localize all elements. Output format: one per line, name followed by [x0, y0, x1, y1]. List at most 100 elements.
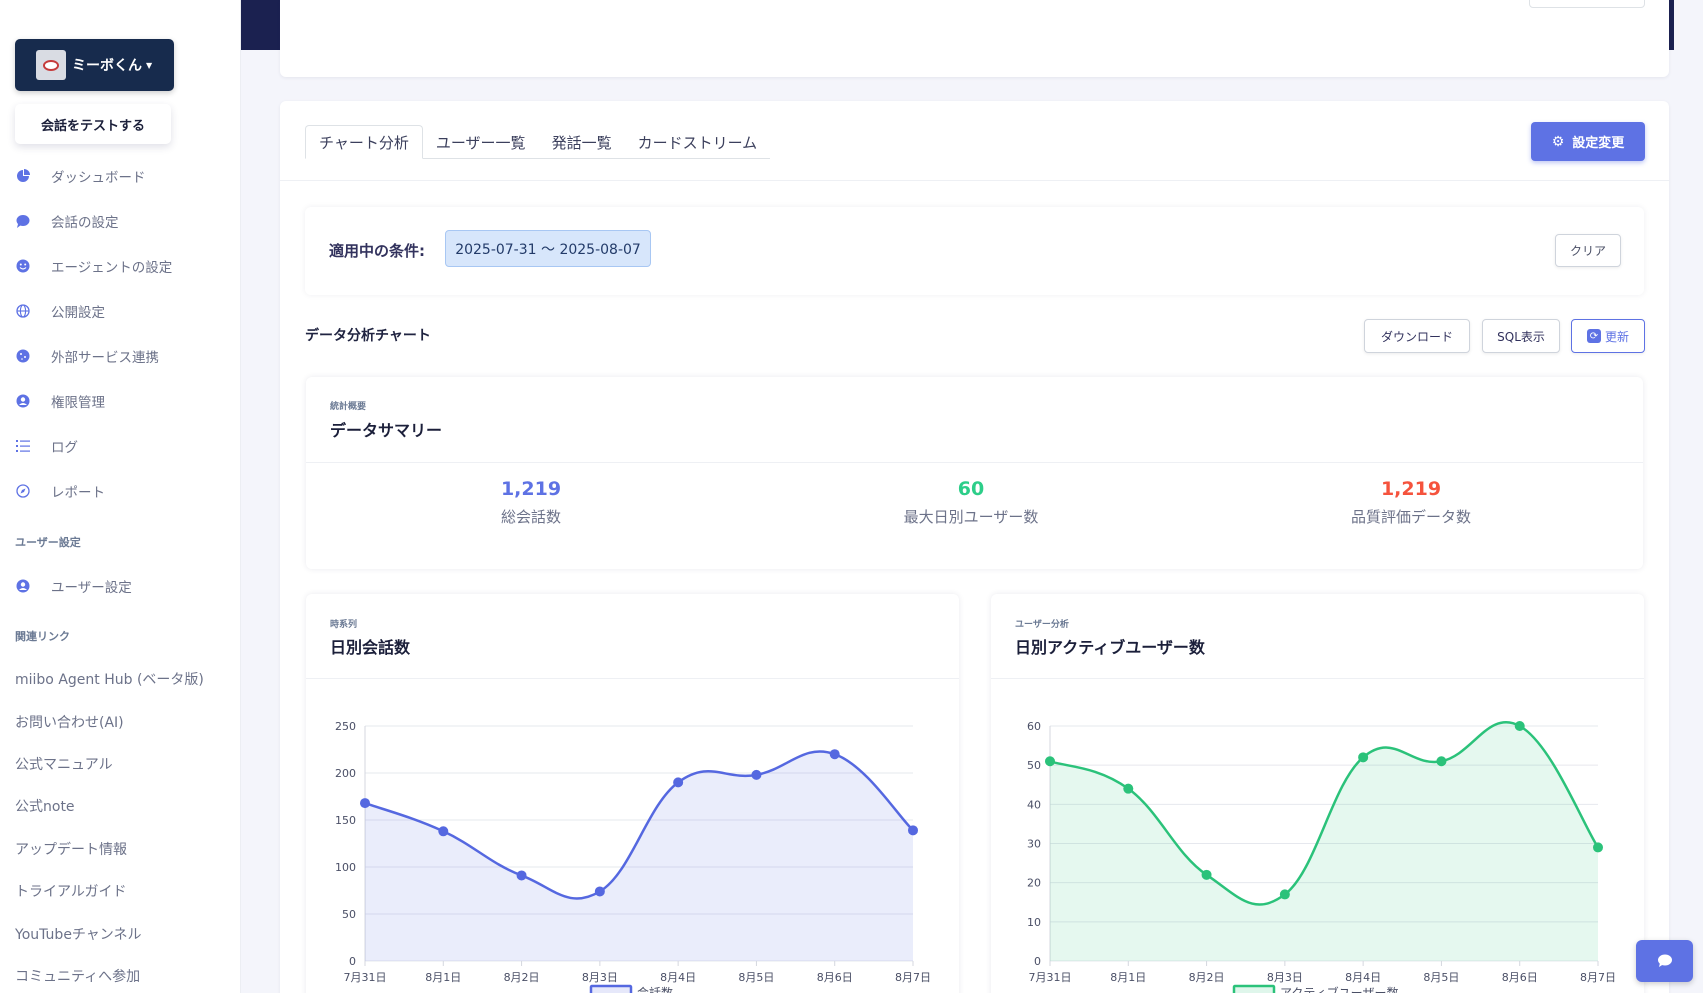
link-youtube[interactable]: YouTubeチャンネル	[15, 924, 142, 944]
change-settings-button[interactable]: ⚙ 設定変更	[1531, 122, 1645, 161]
chat-bubble-icon	[15, 213, 31, 229]
refresh-button[interactable]: ⟳ 更新	[1571, 319, 1645, 353]
link-contact-ai[interactable]: お問い合わせ(AI)	[15, 712, 124, 732]
pie-chart-icon	[15, 168, 31, 184]
stat-label: 総会話数	[500, 508, 561, 526]
sidebar-item-conversation-settings[interactable]: 会話の設定	[15, 209, 119, 233]
x-tick-label: 8月4日	[1345, 971, 1381, 984]
y-tick-label: 200	[335, 767, 356, 780]
tab-user-list[interactable]: ユーザー一覧	[423, 125, 539, 159]
chart-title: 日別会話数	[330, 638, 411, 657]
chat-bubble-icon	[1657, 954, 1672, 967]
data-point	[1358, 752, 1369, 763]
sidebar-item-label: エージェントの設定	[51, 260, 173, 276]
summary-eyebrow: 統計概要	[330, 402, 367, 412]
top-card-button[interactable]	[1529, 0, 1645, 8]
y-tick-label: 250	[335, 720, 356, 733]
applied-conditions-card: 適用中の条件: 2025-07-31 〜 2025-08-07 クリア	[305, 207, 1644, 295]
user-circle-icon	[15, 578, 31, 594]
cookie-icon	[15, 348, 31, 364]
data-point	[1123, 783, 1134, 794]
clear-button[interactable]: クリア	[1555, 234, 1621, 267]
link-manual[interactable]: 公式マニュアル	[15, 754, 113, 774]
sidebar-item-permissions[interactable]: 権限管理	[15, 389, 105, 413]
test-conversation-button[interactable]: 会話をテストする	[15, 104, 171, 144]
agent-name: ミーボくん	[72, 58, 142, 74]
sidebar-item-label: ユーザー設定	[51, 580, 132, 596]
link-community[interactable]: コミュニティへ参加	[15, 966, 140, 986]
chart-eyebrow: 時系列	[330, 620, 358, 630]
download-button[interactable]: ダウンロード	[1364, 319, 1470, 353]
data-point	[673, 777, 684, 788]
tab-utterance-list[interactable]: 発話一覧	[539, 125, 625, 159]
sidebar-item-publish-settings[interactable]: 公開設定	[15, 299, 105, 323]
list-icon	[15, 438, 31, 454]
sidebar-item-agent-settings[interactable]: エージェントの設定	[15, 254, 172, 278]
caret-down-icon: ▼	[146, 60, 153, 70]
applied-conditions-label: 適用中の条件:	[329, 242, 425, 260]
y-tick-label: 150	[335, 814, 356, 827]
sidebar-item-user-settings[interactable]: ユーザー設定	[15, 574, 132, 598]
data-point	[1514, 721, 1525, 731]
date-range-chip[interactable]: 2025-07-31 〜 2025-08-07	[445, 230, 651, 267]
section-title: データ分析チャート	[305, 328, 431, 344]
sidebar-item-label: 公開設定	[51, 305, 105, 321]
data-point	[594, 886, 605, 897]
x-tick-label: 8月3日	[1267, 971, 1303, 984]
divider	[991, 678, 1644, 679]
stat-quality-data: 1,219 品質評価データ数	[1281, 478, 1541, 527]
sidebar-item-label: 外部サービス連携	[51, 350, 159, 366]
x-tick-label: 8月1日	[425, 971, 461, 984]
sidebar-item-label: ログ	[51, 440, 78, 456]
sidebar-item-label: レポート	[51, 485, 105, 501]
top-card	[280, 0, 1669, 77]
tab-chart-analysis[interactable]: チャート分析	[305, 125, 423, 159]
link-trial-guide[interactable]: トライアルガイド	[15, 881, 126, 901]
x-tick-label: 7月31日	[1029, 971, 1072, 984]
data-point	[1436, 756, 1447, 767]
y-tick-label: 10	[1027, 916, 1041, 929]
sidebar-item-dashboard[interactable]: ダッシュボード	[15, 164, 146, 188]
x-tick-label: 8月7日	[895, 971, 931, 984]
y-tick-label: 50	[342, 908, 356, 921]
link-updates[interactable]: アップデート情報	[15, 839, 127, 859]
agent-selector-button[interactable]: ミーボくん ▼	[15, 39, 174, 91]
user-circle-icon	[15, 393, 31, 409]
data-point	[1201, 869, 1212, 880]
y-tick-label: 60	[1027, 720, 1041, 733]
link-agent-hub[interactable]: miibo Agent Hub (ベータ版)	[15, 669, 204, 689]
globe-icon	[15, 303, 31, 319]
compass-icon	[15, 483, 31, 499]
y-tick-label: 0	[349, 955, 356, 968]
tabs-row: チャート分析 ユーザー一覧 発話一覧 カードストリーム ⚙ 設定変更	[280, 101, 1669, 181]
sidebar-item-reports[interactable]: レポート	[15, 479, 105, 503]
sql-view-button[interactable]: SQL表示	[1482, 319, 1560, 353]
data-point	[908, 825, 918, 836]
legend-swatch	[1232, 984, 1276, 993]
daily-active-users-card: ユーザー分析 日別アクティブユーザー数 0 10 20 30 40 50 60 7月31日 8月…	[991, 594, 1644, 993]
daily-active-users-chart: 0 10 20 30 40 50 60 7月31日 8月1日 8月2日 8月3日 8月4日 8月5日 8月…	[1027, 720, 1616, 993]
daily-conversations-card: 時系列 日別会話数 0 50 100 150 200 250 7月31日 8月1日 8月2日 8月…	[306, 594, 959, 993]
data-point	[438, 826, 449, 837]
data-point	[751, 769, 762, 780]
x-tick-label: 7月31日	[344, 971, 387, 984]
divider	[306, 678, 959, 679]
divider	[306, 462, 1643, 463]
related-links-heading: 関連リンク	[15, 630, 70, 643]
sidebar-item-label: 会話の設定	[51, 215, 119, 231]
tab-card-stream[interactable]: カードストリーム	[625, 125, 771, 159]
x-tick-label: 8月2日	[504, 971, 540, 984]
legend-label: アクティブユーザー数	[1280, 985, 1398, 993]
data-point	[360, 798, 370, 809]
series-area	[365, 751, 913, 961]
sidebar-item-logs[interactable]: ログ	[15, 434, 78, 458]
x-tick-label: 8月2日	[1189, 971, 1225, 984]
chat-widget-button[interactable]	[1636, 940, 1693, 982]
x-tick-label: 8月6日	[817, 971, 853, 984]
x-tick-label: 8月5日	[738, 971, 774, 984]
link-note[interactable]: 公式note	[15, 796, 75, 816]
sidebar-item-integrations[interactable]: 外部サービス連携	[15, 344, 159, 368]
refresh-label: 更新	[1604, 329, 1629, 344]
summary-card: 統計概要 データサマリー 1,219 総会話数 60 最大日別ユーザー数 1,2…	[306, 377, 1643, 569]
x-tick-label: 8月6日	[1502, 971, 1538, 984]
